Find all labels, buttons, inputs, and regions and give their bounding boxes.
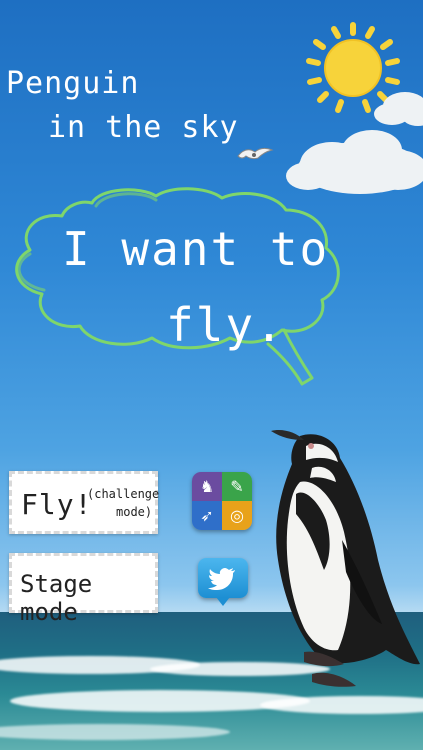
sun-icon [306, 22, 400, 113]
bat-ball-icon: ✎ [222, 472, 252, 501]
speech-text-line2: fly. [166, 298, 285, 352]
fly-challenge-mode-button[interactable]: Fly! (challenge mode) [9, 471, 160, 534]
fly-button-label: Fly! [21, 488, 93, 521]
speech-text-line1: I want to [62, 222, 330, 276]
target-icon: ◎ [222, 501, 252, 530]
chess-knight-icon: ♞ [192, 472, 222, 501]
game-title-line2: in the sky [48, 110, 239, 145]
twitter-icon[interactable] [198, 558, 248, 606]
speech-bubble-outline [15, 187, 340, 386]
stage-mode-button[interactable]: Stage mode [9, 553, 158, 626]
game-title-screen: Penguin in the sky I want to fly. Fly! (… [0, 0, 423, 750]
fly-button-sublabel-line2: mode) [116, 505, 153, 519]
fly-button-sublabel-line1: (challenge [87, 487, 160, 501]
game-title-line1: Penguin [6, 66, 140, 101]
cloud-large [286, 130, 423, 194]
stage-mode-label: Stage mode [20, 570, 93, 626]
penguin-image [271, 430, 420, 687]
twitter-bird-icon [208, 568, 235, 590]
rocket-icon: ➶ [192, 501, 222, 530]
seagull-icon [237, 147, 274, 160]
game-center-icon[interactable]: ♞ ✎ ➶ ◎ [192, 472, 252, 530]
